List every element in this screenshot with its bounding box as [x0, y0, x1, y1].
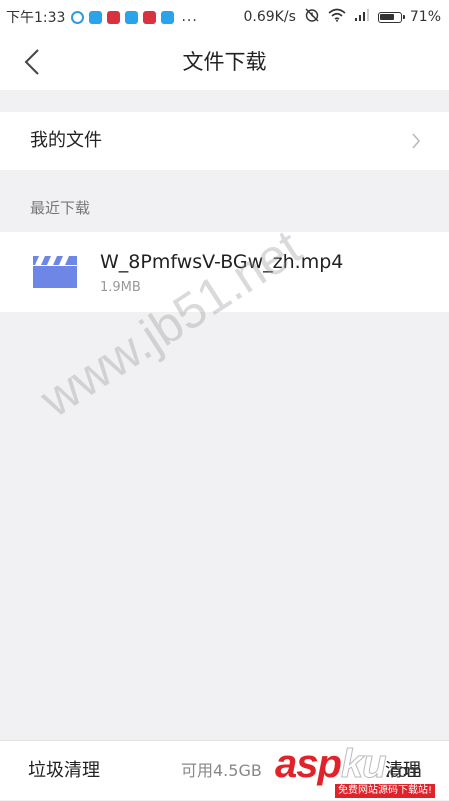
cleanup-button[interactable]: 清理	[385, 741, 421, 801]
my-files-row[interactable]: 我的文件	[0, 112, 449, 170]
nav-bar: 文件下载	[0, 34, 449, 90]
file-size: 1.9MB	[100, 280, 141, 295]
network-speed: 0.69K/s	[243, 9, 296, 25]
status-left: 下午1:33 ...	[6, 0, 198, 34]
signal-icon	[354, 9, 370, 25]
status-time: 下午1:33	[6, 10, 66, 26]
recent-downloads-header: 最近下载	[30, 199, 91, 217]
battery-tip	[402, 15, 405, 19]
battery-percent: 71%	[409, 9, 441, 25]
my-files-label: 我的文件	[30, 130, 102, 151]
status-bar: 下午1:33 ... 0.69K/s 71%	[0, 0, 449, 34]
battery-fill	[380, 14, 394, 20]
app-notification-icon	[161, 10, 175, 24]
chevron-right-icon	[412, 133, 421, 149]
news-notification-icon	[143, 10, 157, 24]
list-item[interactable]: W_8PmfwsV-BGw_zh.mp4 1.9MB	[0, 232, 449, 312]
file-name: W_8PmfwsV-BGw_zh.mp4	[100, 251, 344, 273]
alarm-off-icon	[304, 7, 320, 27]
junk-clean-label: 垃圾清理	[28, 760, 100, 781]
bottom-bar: 垃圾清理 可用4.5GB 清理	[0, 740, 449, 800]
battery-icon	[377, 11, 405, 23]
video-clapper-icon	[33, 256, 77, 288]
app-notification-icon	[89, 10, 103, 24]
qq-browser-notification-icon	[71, 10, 85, 24]
page-title: 文件下载	[182, 50, 267, 74]
app-notification-icon	[125, 10, 139, 24]
status-right: 0.69K/s 71%	[243, 0, 441, 34]
news-notification-icon	[107, 10, 121, 24]
more-notifications-dots: ...	[181, 9, 198, 25]
available-space: 可用4.5GB	[181, 761, 262, 780]
wifi-icon	[328, 8, 346, 26]
